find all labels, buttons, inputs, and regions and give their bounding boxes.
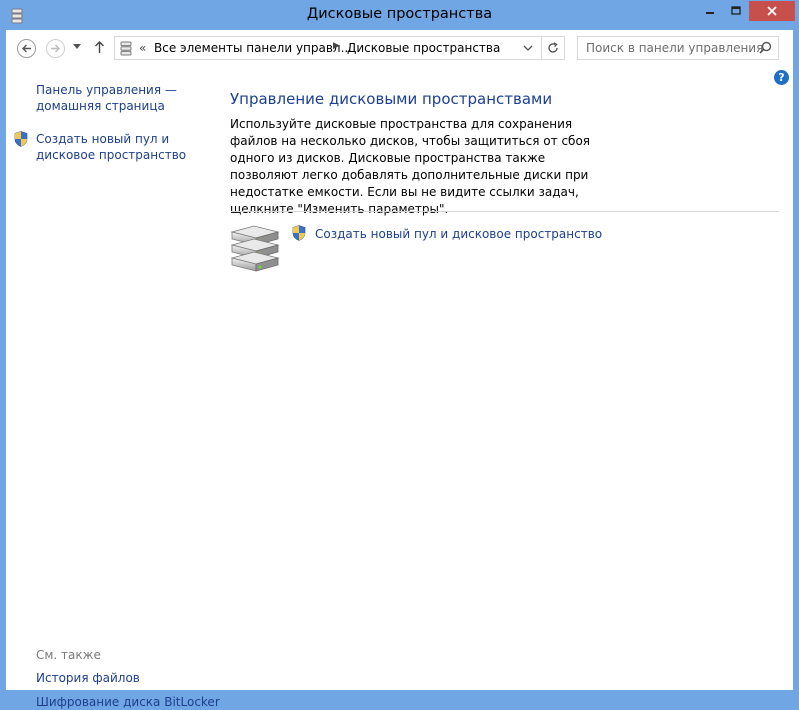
page-description: Используйте дисковые пространства для со… — [230, 117, 591, 216]
maximize-icon — [731, 6, 741, 15]
back-button[interactable] — [17, 39, 36, 58]
close-icon — [767, 6, 777, 16]
bitlocker-link[interactable]: Шифрование диска BitLocker — [36, 694, 220, 710]
search-placeholder[interactable]: Поиск в панели управления — [586, 41, 763, 55]
breadcrumb-separator[interactable]: ▶ — [333, 41, 340, 51]
close-button[interactable] — [749, 1, 795, 21]
window: Дисковые пространства « Все элементы пан… — [0, 0, 799, 709]
address-dropdown-icon[interactable] — [523, 42, 533, 54]
forward-arrow-icon — [51, 44, 60, 53]
uac-shield-icon — [292, 225, 306, 241]
refresh-button[interactable] — [542, 36, 565, 60]
page-title: Управление дисковыми пространствами — [230, 90, 553, 108]
breadcrumb-storage-spaces[interactable]: Дисковые пространства — [347, 41, 500, 55]
chevron-down-icon[interactable] — [73, 44, 81, 50]
create-pool-link-sidebar[interactable]: Создать новый пул и дисковое пространств… — [36, 131, 206, 163]
client-area: « Все элементы панели управл... ▶ Дисков… — [6, 30, 793, 709]
title-bar[interactable]: Дисковые пространства — [0, 0, 799, 30]
help-button[interactable]: ? — [774, 70, 789, 85]
back-arrow-icon — [22, 44, 31, 53]
breadcrumb-all-items[interactable]: Все элементы панели управл... — [154, 41, 352, 55]
search-box[interactable]: Поиск в панели управления — [577, 36, 779, 60]
address-bar[interactable]: « Все элементы панели управл... ▶ Дисков… — [114, 36, 542, 60]
forward-button[interactable] — [46, 39, 65, 58]
maximize-button[interactable] — [723, 1, 749, 21]
file-history-link[interactable]: История файлов — [36, 670, 140, 686]
navigation-bar: « Все элементы панели управл... ▶ Дисков… — [6, 30, 793, 68]
uac-shield-icon — [14, 131, 28, 147]
minimize-button[interactable] — [696, 1, 723, 21]
divider — [231, 211, 779, 212]
up-arrow-icon[interactable] — [94, 40, 105, 54]
see-also-heading: См. также — [36, 648, 101, 662]
storage-drives-icon — [230, 225, 280, 272]
refresh-icon — [548, 42, 558, 53]
address-overflow-chevron[interactable]: « — [139, 41, 146, 55]
storage-spaces-icon — [120, 41, 132, 56]
control-panel-home-link[interactable]: Панель управления — домашняя страница — [36, 82, 206, 114]
search-icon[interactable] — [759, 41, 772, 54]
create-pool-task-link[interactable]: Создать новый пул и дисковое пространств… — [315, 226, 602, 242]
window-title: Дисковые пространства — [306, 6, 493, 22]
minimize-icon — [705, 12, 714, 14]
